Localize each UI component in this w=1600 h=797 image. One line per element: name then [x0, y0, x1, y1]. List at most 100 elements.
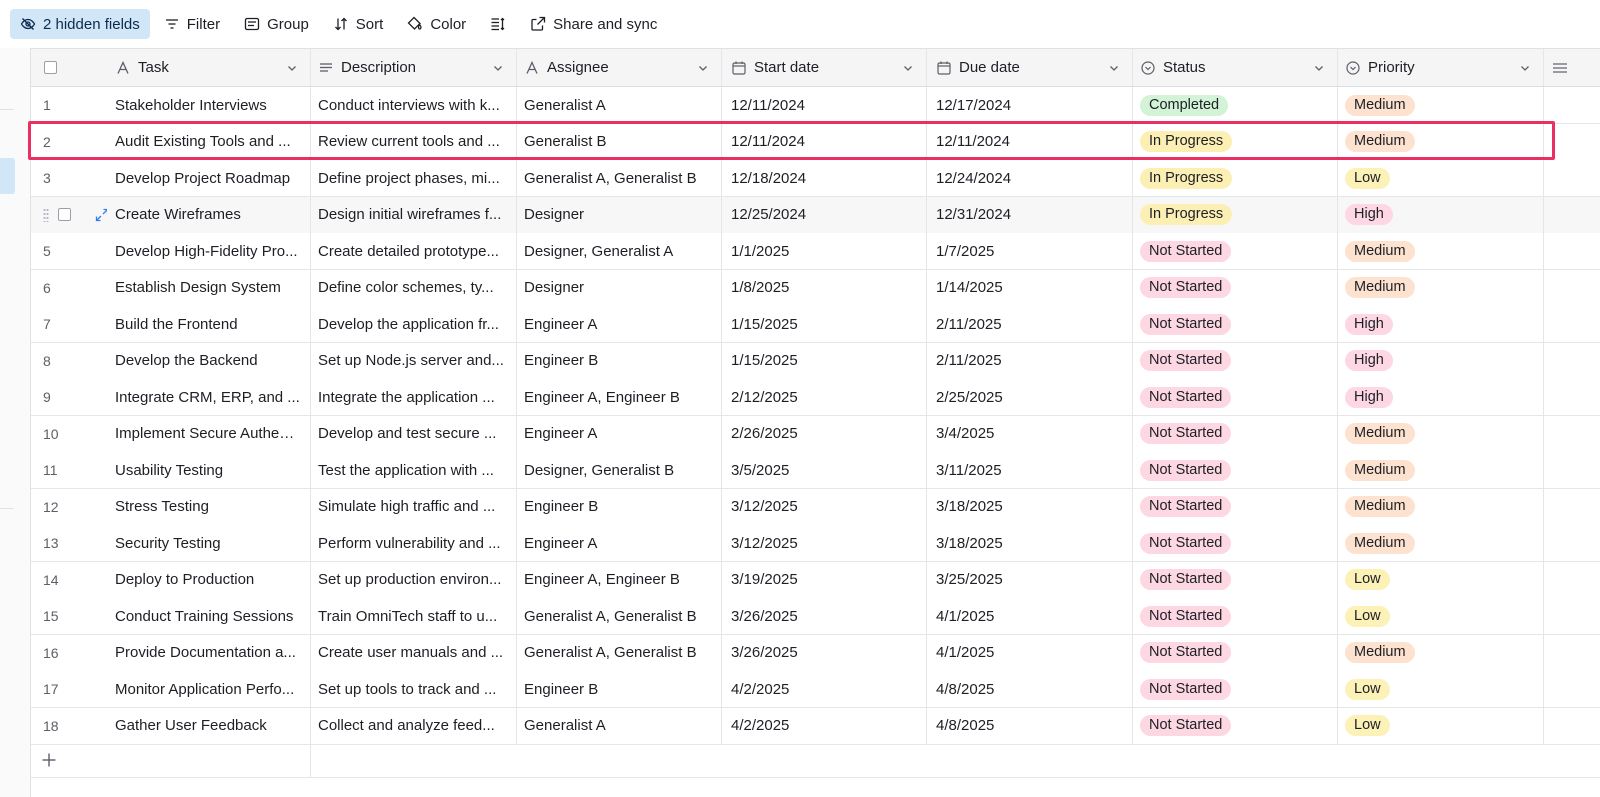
task-cell[interactable]: Security Testing — [107, 525, 311, 561]
description-cell[interactable]: Collect and analyze feed... — [311, 707, 517, 744]
description-cell[interactable]: Review current tools and ... — [311, 123, 517, 160]
priority-cell[interactable]: Low — [1338, 561, 1544, 598]
row-height-button[interactable] — [480, 9, 516, 39]
table-row[interactable]: 10 Implement Secure Authen... Develop and … — [31, 415, 1600, 453]
description-cell[interactable]: Develop the application fr... — [311, 306, 517, 342]
table-row[interactable]: Create Wireframes Design initial wirefram… — [31, 196, 1600, 234]
priority-cell[interactable]: Low — [1338, 598, 1544, 634]
due-date-cell[interactable]: 4/1/2025 — [927, 598, 1133, 634]
column-header-due-date[interactable]: Due date — [927, 49, 1133, 86]
due-date-cell[interactable]: 2/11/2025 — [927, 306, 1133, 342]
due-date-cell[interactable]: 3/25/2025 — [927, 561, 1133, 598]
table-row[interactable]: 12 Stress Testing Simulate high traffic an… — [31, 488, 1600, 526]
status-cell[interactable]: Not Started — [1133, 306, 1338, 342]
start-date-cell[interactable]: 3/19/2025 — [722, 561, 927, 598]
task-cell[interactable]: Establish Design System — [107, 269, 311, 306]
column-header-start-date[interactable]: Start date — [722, 49, 927, 86]
status-cell[interactable]: Not Started — [1133, 488, 1338, 525]
start-date-cell[interactable]: 12/11/2024 — [722, 87, 927, 123]
assignee-cell[interactable]: Generalist A, Generalist B — [517, 598, 722, 634]
task-cell[interactable]: Monitor Application Perfo... — [107, 671, 311, 707]
status-cell[interactable]: Not Started — [1133, 634, 1338, 671]
description-cell[interactable]: Set up Node.js server and... — [311, 342, 517, 379]
table-row[interactable]: 5 Develop High-Fidelity Pro... Create deta… — [31, 233, 1600, 270]
assignee-cell[interactable]: Generalist A, Generalist B — [517, 634, 722, 671]
table-row[interactable]: 8 Develop the Backend Set up Node.js serve… — [31, 342, 1600, 380]
column-header-priority[interactable]: Priority — [1338, 49, 1544, 86]
priority-cell[interactable]: Medium — [1338, 488, 1544, 525]
due-date-cell[interactable]: 3/4/2025 — [927, 415, 1133, 452]
start-date-cell[interactable]: 12/18/2024 — [722, 160, 927, 196]
priority-cell[interactable]: Medium — [1338, 525, 1544, 561]
status-cell[interactable]: Not Started — [1133, 379, 1338, 415]
assignee-cell[interactable]: Generalist A — [517, 87, 722, 123]
hidden-fields-button[interactable]: 2 hidden fields — [10, 9, 150, 39]
assignee-cell[interactable]: Generalist B — [517, 123, 722, 160]
start-date-cell[interactable]: 3/5/2025 — [722, 452, 927, 488]
share-sync-button[interactable]: Share and sync — [520, 9, 667, 39]
due-date-cell[interactable]: 4/8/2025 — [927, 707, 1133, 744]
assignee-cell[interactable]: Engineer A, Engineer B — [517, 379, 722, 415]
column-header-task[interactable]: Task — [107, 49, 311, 86]
status-cell[interactable]: Not Started — [1133, 233, 1338, 269]
select-all-checkbox[interactable] — [44, 61, 57, 74]
status-cell[interactable]: Not Started — [1133, 671, 1338, 707]
description-cell[interactable]: Set up production environ... — [311, 561, 517, 598]
task-cell[interactable]: Usability Testing — [107, 452, 311, 488]
priority-cell[interactable]: Medium — [1338, 87, 1544, 123]
start-date-cell[interactable]: 3/12/2025 — [722, 525, 927, 561]
priority-cell[interactable]: Medium — [1338, 634, 1544, 671]
description-cell[interactable]: Develop and test secure ... — [311, 415, 517, 452]
priority-cell[interactable]: Low — [1338, 707, 1544, 744]
start-date-cell[interactable]: 1/1/2025 — [722, 233, 927, 269]
due-date-cell[interactable]: 4/1/2025 — [927, 634, 1133, 671]
chevron-down-icon[interactable] — [286, 62, 298, 74]
task-cell[interactable]: Stakeholder Interviews — [107, 87, 311, 123]
assignee-cell[interactable]: Engineer A, Engineer B — [517, 561, 722, 598]
chevron-down-icon[interactable] — [1108, 62, 1120, 74]
start-date-cell[interactable]: 1/15/2025 — [722, 306, 927, 342]
table-row[interactable]: 3 Develop Project Roadmap Define project p… — [31, 160, 1600, 197]
chevron-down-icon[interactable] — [697, 62, 709, 74]
task-cell[interactable]: Conduct Training Sessions — [107, 598, 311, 634]
description-cell[interactable]: Conduct interviews with k... — [311, 87, 517, 123]
task-cell[interactable]: Develop the Backend — [107, 342, 311, 379]
status-cell[interactable]: Completed — [1133, 87, 1338, 123]
description-cell[interactable]: Test the application with ... — [311, 452, 517, 488]
due-date-cell[interactable]: 3/11/2025 — [927, 452, 1133, 488]
description-cell[interactable]: Set up tools to track and ... — [311, 671, 517, 707]
status-cell[interactable]: Not Started — [1133, 342, 1338, 379]
start-date-cell[interactable]: 1/15/2025 — [722, 342, 927, 379]
add-record-button[interactable] — [31, 742, 311, 777]
priority-cell[interactable]: Medium — [1338, 233, 1544, 269]
due-date-cell[interactable]: 2/25/2025 — [927, 379, 1133, 415]
due-date-cell[interactable]: 12/17/2024 — [927, 87, 1133, 123]
priority-cell[interactable]: High — [1338, 306, 1544, 342]
task-cell[interactable]: Integrate CRM, ERP, and ... — [107, 379, 311, 415]
priority-cell[interactable]: Medium — [1338, 452, 1544, 488]
chevron-down-icon[interactable] — [902, 62, 914, 74]
description-cell[interactable]: Create detailed prototype... — [311, 233, 517, 269]
start-date-cell[interactable]: 3/26/2025 — [722, 634, 927, 671]
task-cell[interactable]: Stress Testing — [107, 488, 311, 525]
priority-cell[interactable]: Low — [1338, 671, 1544, 707]
status-cell[interactable]: In Progress — [1133, 196, 1338, 233]
status-cell[interactable]: Not Started — [1133, 707, 1338, 744]
task-cell[interactable]: Build the Frontend — [107, 306, 311, 342]
description-cell[interactable]: Define project phases, mi... — [311, 160, 517, 196]
due-date-cell[interactable]: 12/11/2024 — [927, 123, 1133, 160]
due-date-cell[interactable]: 1/14/2025 — [927, 269, 1133, 306]
start-date-cell[interactable]: 12/11/2024 — [722, 123, 927, 160]
start-date-cell[interactable]: 3/12/2025 — [722, 488, 927, 525]
add-field-button[interactable] — [1544, 49, 1571, 86]
status-cell[interactable]: Not Started — [1133, 269, 1338, 306]
table-row[interactable]: 18 Gather User Feedback Collect and analyz… — [31, 707, 1600, 745]
sort-button[interactable]: Sort — [323, 9, 394, 39]
priority-cell[interactable]: High — [1338, 379, 1544, 415]
assignee-cell[interactable]: Engineer B — [517, 488, 722, 525]
expand-record-icon[interactable] — [95, 208, 107, 222]
table-row[interactable]: 15 Conduct Training Sessions Train OmniTec… — [31, 598, 1600, 635]
status-cell[interactable]: Not Started — [1133, 452, 1338, 488]
assignee-cell[interactable]: Designer, Generalist A — [517, 233, 722, 269]
due-date-cell[interactable]: 12/24/2024 — [927, 160, 1133, 196]
